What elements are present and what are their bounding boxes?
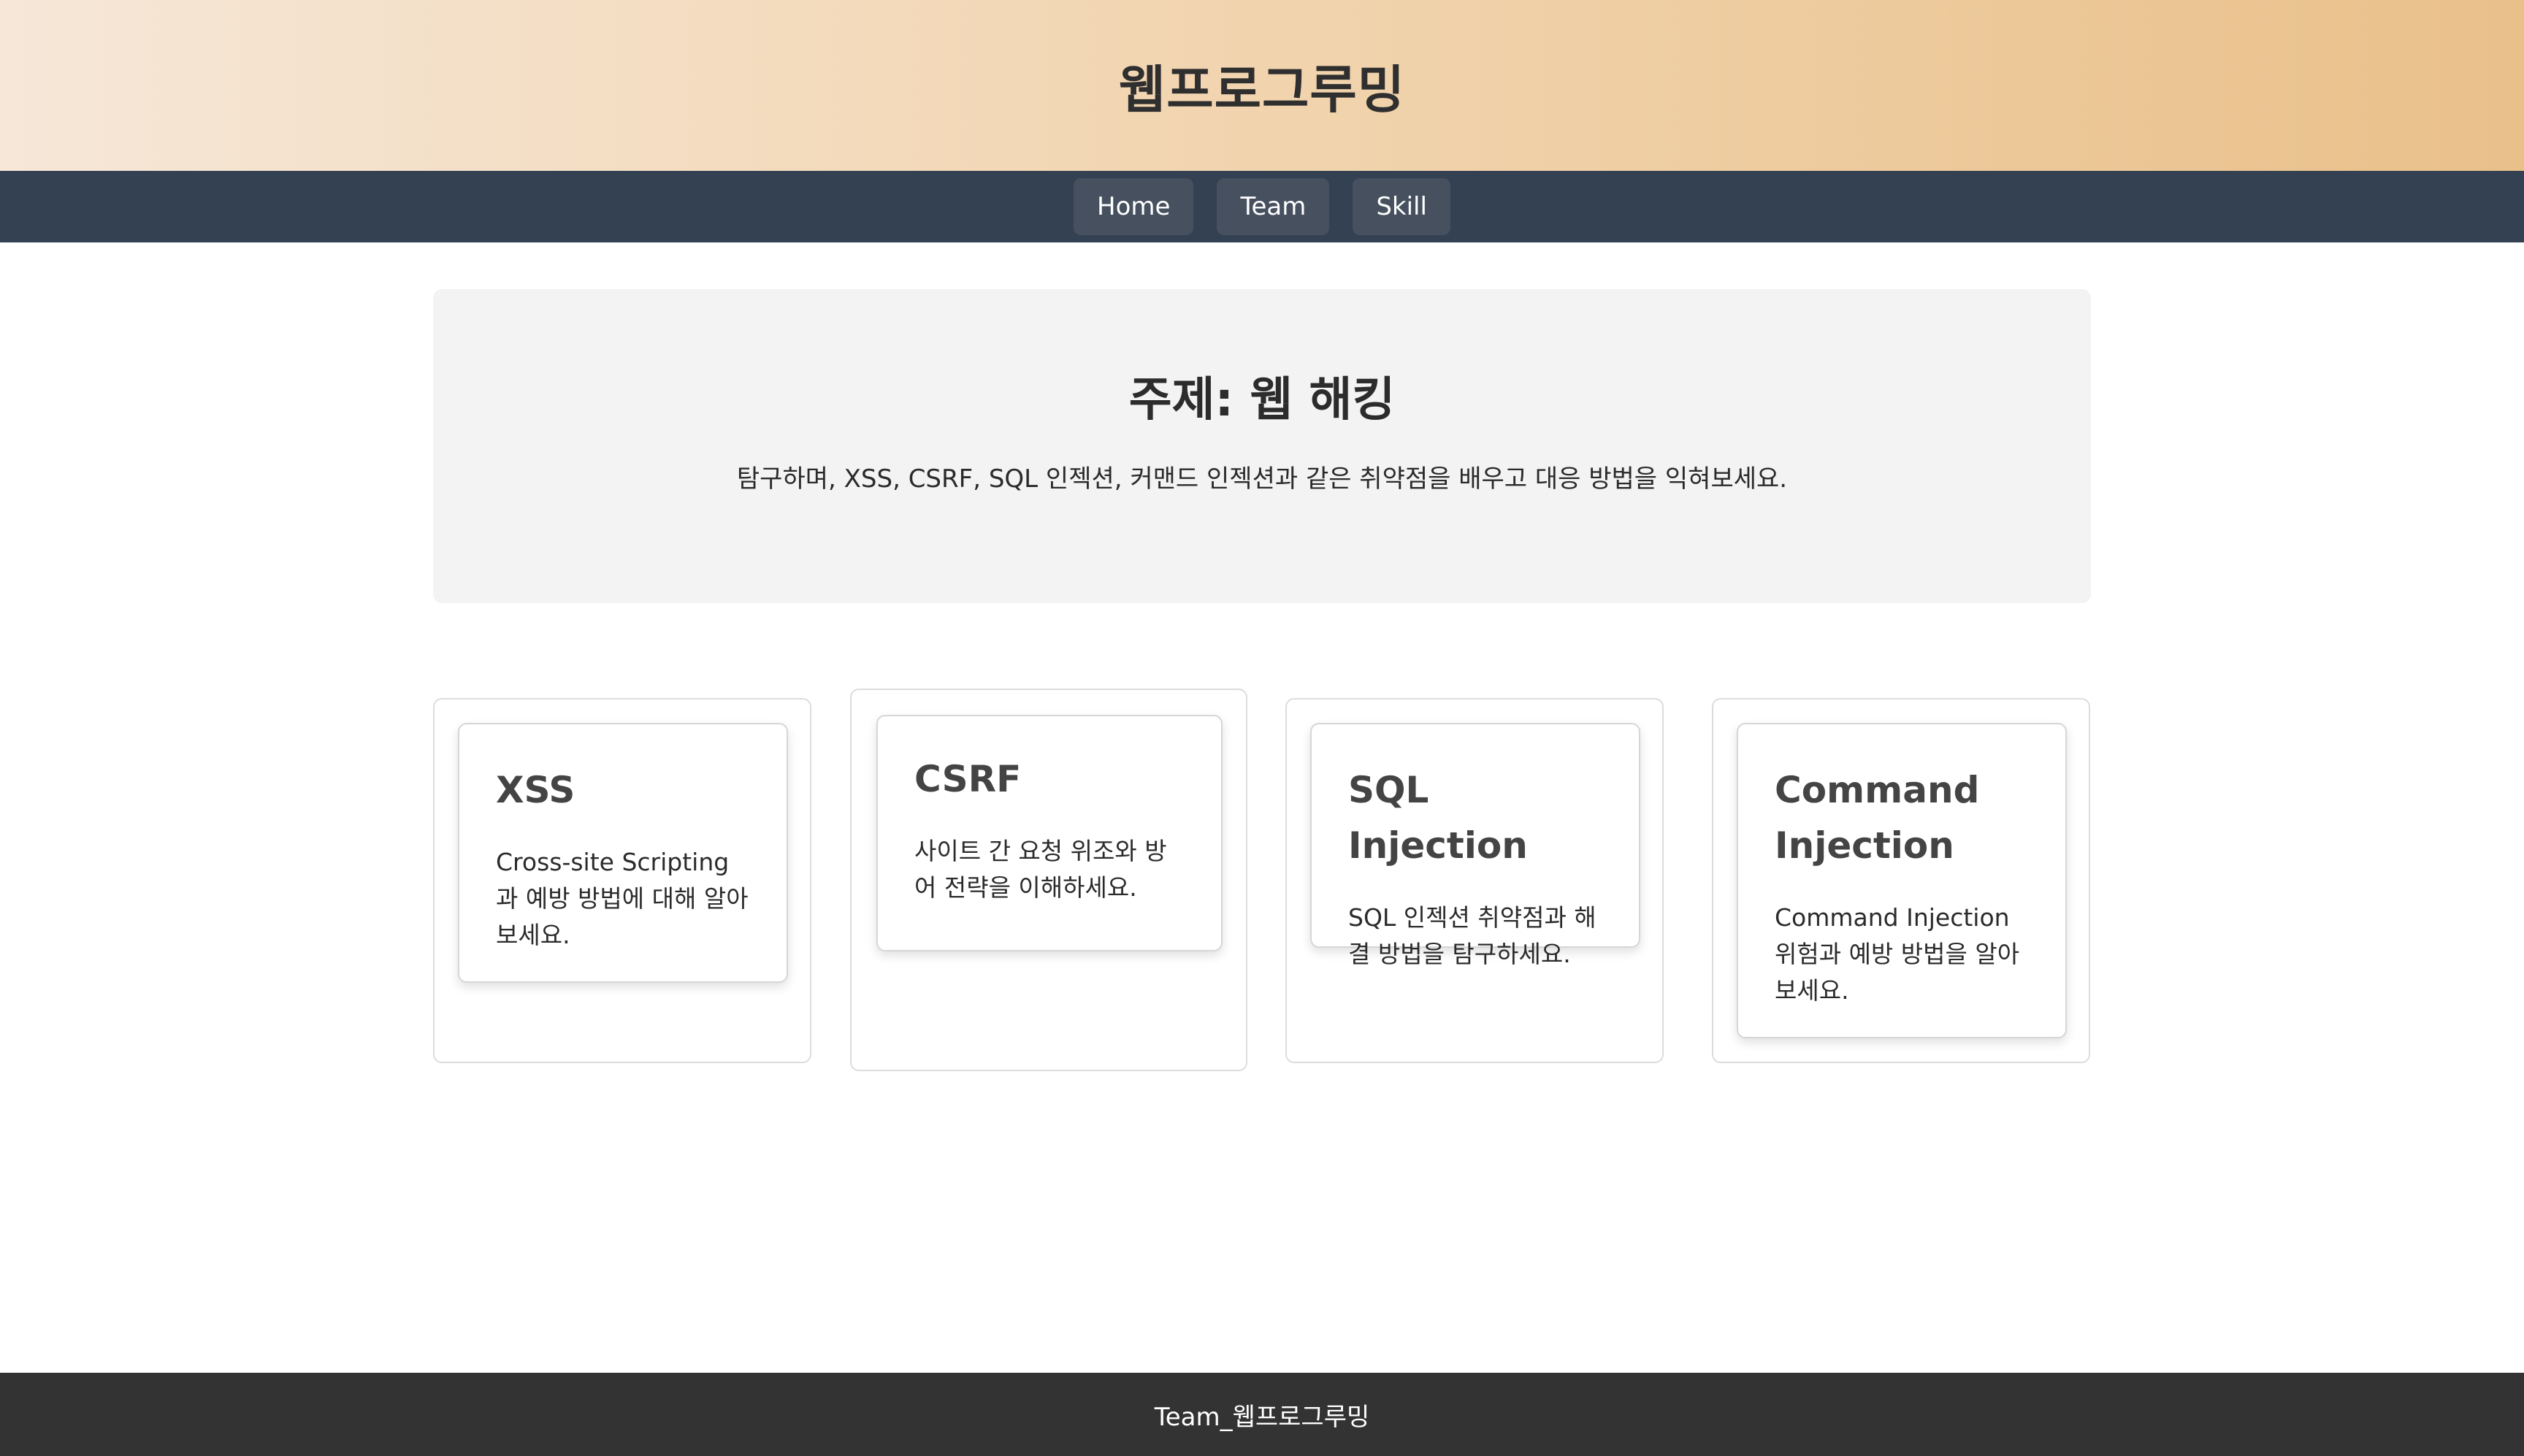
site-header: 웹프로그루밍 (0, 0, 2524, 171)
footer-text: Team_웹프로그루밍 (1154, 1402, 1370, 1432)
main-nav: Home Team Skill (0, 171, 2524, 242)
hero-description: 탐구하며, XSS, CSRF, SQL 인젝션, 커맨드 인젝션과 같은 취약… (736, 464, 1788, 494)
card-text: Cross-site Scripting 과 예방 방법에 대해 알아보세요. (496, 848, 749, 949)
page: 웹프로그루밍 Home Team Skill 주제: 웹 해킹 탐구하며, XS… (0, 0, 2524, 1456)
hero-title: 주제: 웹 해킹 (1128, 373, 1396, 427)
card-text: Command Injection 위험과 예방 방법을 알아보세요. (1775, 903, 2020, 1005)
card-xss-content: XSS Cross-site Scripting 과 예방 방법에 대해 알아보… (458, 723, 788, 983)
card-xss[interactable]: XSS Cross-site Scripting 과 예방 방법에 대해 알아보… (433, 698, 811, 1063)
card-csrf-content: CSRF 사이트 간 요청 위조와 방어 전략을 이해하세요. (876, 715, 1223, 951)
card-sql-injection-content: SQL Injection SQL 인젝션 취약점과 해결 방법을 탐구하세요. (1310, 723, 1640, 968)
card-csrf[interactable]: CSRF 사이트 간 요청 위조와 방어 전략을 이해하세요. (850, 689, 1247, 1071)
card-command-injection-content: Command Injection Command Injection 위험과 … (1737, 723, 2067, 1038)
card-text: 사이트 간 요청 위조와 방어 전략을 이해하세요. (914, 837, 1167, 902)
card-title: SQL Injection (1348, 769, 1528, 867)
card-text: SQL 인젝션 취약점과 해결 방법을 탐구하세요. (1348, 903, 1596, 968)
card-title: Command Injection (1775, 769, 1980, 867)
nav-skill-button[interactable]: Skill (1353, 178, 1450, 235)
card-command-injection[interactable]: Command Injection Command Injection 위험과 … (1712, 698, 2090, 1063)
nav-team-button[interactable]: Team (1217, 178, 1330, 235)
card-title: CSRF (914, 758, 1022, 800)
card-sql-injection[interactable]: SQL Injection SQL 인젝션 취약점과 해결 방법을 탐구하세요. (1285, 698, 1664, 1063)
hero-section: 주제: 웹 해킹 탐구하며, XSS, CSRF, SQL 인젝션, 커맨드 인… (433, 289, 2091, 603)
site-title: 웹프로그루밍 (1118, 59, 1406, 120)
nav-home-button[interactable]: Home (1074, 178, 1194, 235)
site-footer: Team_웹프로그루밍 (0, 1373, 2524, 1456)
card-title: XSS (496, 769, 575, 811)
